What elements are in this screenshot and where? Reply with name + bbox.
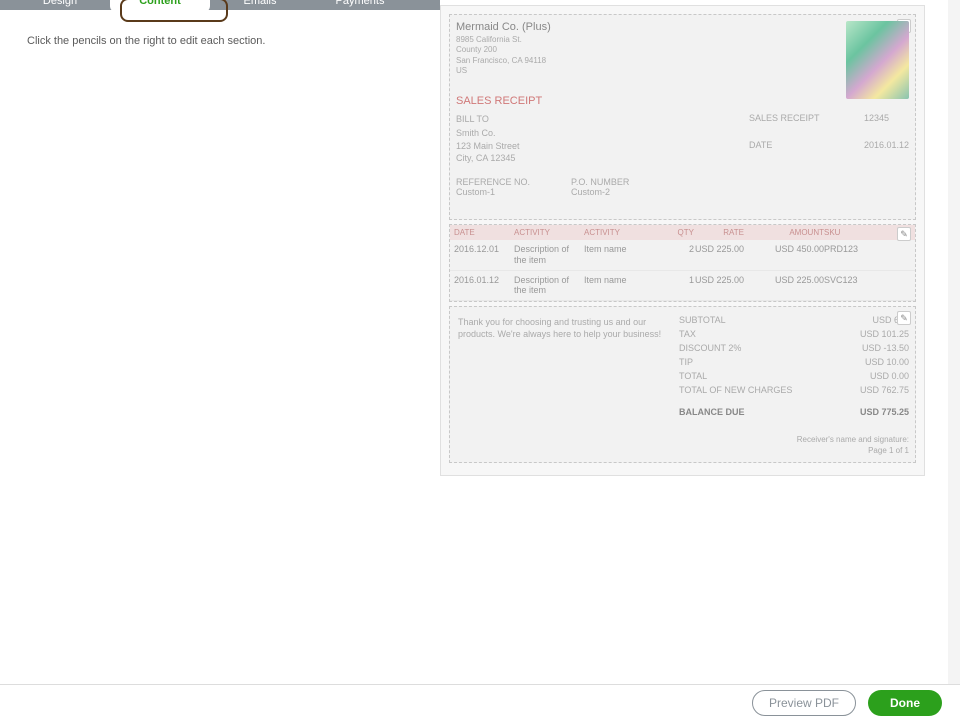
discount-val: USD -13.50 bbox=[862, 343, 909, 353]
thank-you-message: Thank you for choosing and trusting us a… bbox=[456, 313, 671, 419]
cell-sku: SVC123 bbox=[824, 275, 874, 285]
footer-bar: Preview PDF Done bbox=[0, 684, 960, 720]
meta-receipt-label: SALES RECEIPT bbox=[749, 113, 854, 138]
cell-name: Item name bbox=[584, 244, 654, 254]
ref-no-label: REFERENCE NO. bbox=[456, 177, 571, 187]
bill-to-label: BILL TO bbox=[456, 113, 749, 126]
balance-val: USD 775.25 bbox=[860, 407, 909, 417]
document-title: SALES RECEIPT bbox=[456, 95, 909, 107]
discount-label: DISCOUNT 2% bbox=[679, 343, 741, 353]
tab-emails[interactable]: Emails bbox=[210, 0, 310, 10]
tip-val: USD 10.00 bbox=[865, 357, 909, 367]
company-name: Mermaid Co. (Plus) bbox=[456, 21, 909, 33]
col-activity2: ACTIVITY bbox=[584, 228, 654, 237]
subtotal-label: SUBTOTAL bbox=[679, 315, 726, 325]
company-logo bbox=[846, 21, 909, 99]
cell-rate: USD 225.00 bbox=[694, 275, 744, 285]
company-addr1: 8985 California St. bbox=[456, 35, 909, 45]
meta-date-label: DATE bbox=[749, 140, 854, 165]
tab-content[interactable]: Content bbox=[110, 0, 210, 12]
tab-design[interactable]: Design bbox=[10, 0, 110, 10]
tax-val: USD 101.25 bbox=[860, 329, 909, 339]
doc-meta: SALES RECEIPT 12345 DATE 2016.01.12 bbox=[749, 113, 909, 165]
scrollbar-track[interactable] bbox=[948, 0, 960, 684]
total-val: USD 0.00 bbox=[870, 371, 909, 381]
col-activity: ACTIVITY bbox=[514, 228, 584, 237]
hint-text: Click the pencils on the right to edit e… bbox=[27, 35, 440, 47]
meta-receipt-val: 12345 bbox=[864, 113, 909, 138]
totals-section: ✎ Thank you for choosing and trusting us… bbox=[449, 306, 916, 463]
preview-panel: ✎ Mermaid Co. (Plus) 8985 California St.… bbox=[440, 5, 925, 476]
tip-label: TIP bbox=[679, 357, 693, 367]
col-qty: QTY bbox=[654, 228, 694, 237]
balance-label: BALANCE DUE bbox=[679, 407, 745, 417]
line-items-section: ✎ DATE ACTIVITY ACTIVITY QTY RATE AMOUNT… bbox=[449, 224, 916, 302]
header-section: ✎ Mermaid Co. (Plus) 8985 California St.… bbox=[449, 14, 916, 220]
new-charges-val: USD 762.75 bbox=[860, 385, 909, 395]
po-block: P.O. NUMBER Custom-2 bbox=[571, 177, 686, 197]
ref-no-block: REFERENCE NO. Custom-1 bbox=[456, 177, 571, 197]
totals-list: SUBTOTALUSD 675 TAXUSD 101.25 DISCOUNT 2… bbox=[679, 313, 909, 419]
bill-to-city: City, CA 12345 bbox=[456, 152, 749, 165]
po-val: Custom-2 bbox=[571, 187, 686, 197]
col-sku: SKU bbox=[824, 228, 874, 237]
po-label: P.O. NUMBER bbox=[571, 177, 686, 187]
cell-desc: Description of the item bbox=[514, 244, 584, 266]
cell-desc: Description of the item bbox=[514, 275, 584, 297]
cell-rate: USD 225.00 bbox=[694, 244, 744, 254]
tabs-bar: Design Content Emails Payments bbox=[0, 0, 440, 10]
meta-date-val: 2016.01.12 bbox=[864, 140, 909, 165]
page-number: Page 1 of 1 bbox=[456, 446, 909, 456]
table-row: 2016.12.01 Description of the item Item … bbox=[450, 240, 915, 271]
company-addr2: County 200 bbox=[456, 45, 909, 55]
cell-amount: USD 225.00 bbox=[744, 275, 824, 285]
col-date: DATE bbox=[454, 228, 514, 237]
company-addr4: US bbox=[456, 66, 909, 76]
cell-date: 2016.01.12 bbox=[454, 275, 514, 285]
cell-qty: 1 bbox=[654, 275, 694, 285]
bill-to-block: BILL TO Smith Co. 123 Main Street City, … bbox=[456, 113, 749, 165]
preview-pdf-button[interactable]: Preview PDF bbox=[752, 690, 856, 716]
new-charges-label: TOTAL OF NEW CHARGES bbox=[679, 385, 792, 395]
table-row: 2016.01.12 Description of the item Item … bbox=[450, 271, 915, 302]
table-header-row: DATE ACTIVITY ACTIVITY QTY RATE AMOUNT S… bbox=[450, 225, 915, 240]
col-amount: AMOUNT bbox=[744, 228, 824, 237]
bill-to-name: Smith Co. bbox=[456, 127, 749, 140]
edit-table-icon[interactable]: ✎ bbox=[897, 227, 911, 241]
company-addr3: San Francisco, CA 94118 bbox=[456, 56, 909, 66]
cell-sku: PRD123 bbox=[824, 244, 874, 254]
signature-line: Receiver's name and signature: bbox=[456, 435, 909, 445]
signature-block: Receiver's name and signature: Page 1 of… bbox=[456, 435, 909, 456]
total-label: TOTAL bbox=[679, 371, 707, 381]
tax-label: TAX bbox=[679, 329, 696, 339]
edit-totals-icon[interactable]: ✎ bbox=[897, 311, 911, 325]
tab-payments[interactable]: Payments bbox=[310, 0, 410, 10]
col-rate: RATE bbox=[694, 228, 744, 237]
cell-name: Item name bbox=[584, 275, 654, 285]
cell-date: 2016.12.01 bbox=[454, 244, 514, 254]
cell-amount: USD 450.00 bbox=[744, 244, 824, 254]
done-button[interactable]: Done bbox=[868, 690, 942, 716]
cell-qty: 2 bbox=[654, 244, 694, 254]
bill-to-street: 123 Main Street bbox=[456, 140, 749, 153]
ref-no-val: Custom-1 bbox=[456, 187, 571, 197]
